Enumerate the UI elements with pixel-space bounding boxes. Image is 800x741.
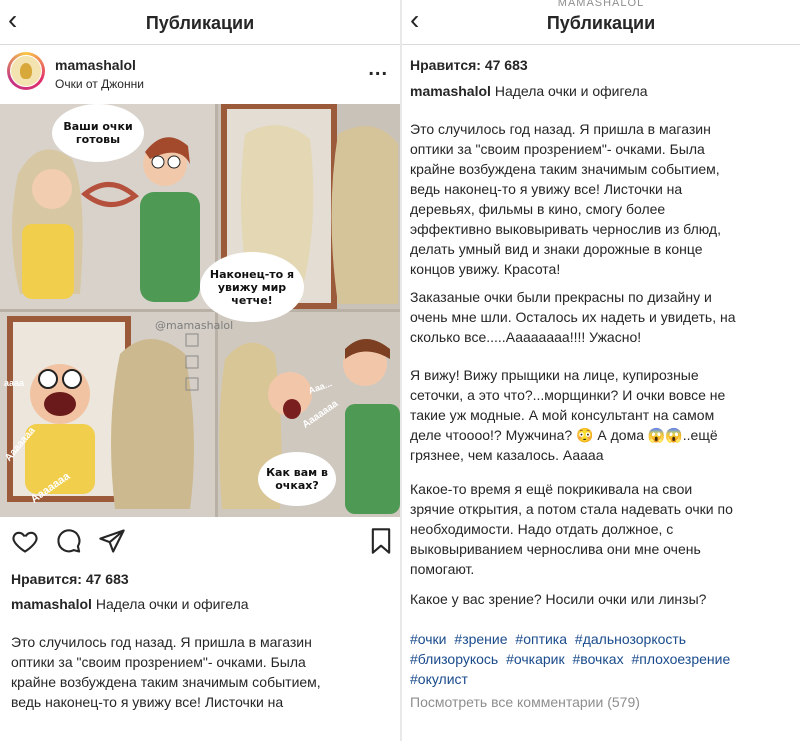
send-icon[interactable] (98, 527, 126, 555)
top-nav-bar: ‹ MAMASHALOL Публикации (402, 0, 800, 45)
post-caption: mamashalol Надела очки и офигела (11, 594, 249, 614)
paragraph-3: Я вижу! Вижу прыщики на лице, купирозные… (410, 367, 726, 463)
nav-title: Публикации (546, 13, 656, 33)
right-post-view: ‹ MAMASHALOL Публикации Нравится: 47 683… (402, 0, 800, 741)
comment-icon[interactable] (54, 527, 82, 555)
speech-bubble-see-clearer: Наконец-то я увижу мир четче! (200, 252, 304, 322)
speech-bubble-how-do-you-like: Как вам в очках? (258, 452, 336, 506)
hashtag[interactable]: #плохоезрение (631, 651, 730, 667)
caption-username[interactable]: mamashalol (11, 596, 92, 612)
paragraph-4: Какое-то время я ещё покрикивала на свои… (410, 481, 733, 577)
hashtag[interactable]: #вочках (573, 651, 624, 667)
post-action-bar (0, 527, 400, 563)
caption-username[interactable]: mamashalol (410, 83, 491, 99)
post-username[interactable]: mamashalol (55, 57, 136, 73)
left-post-view: ‹ Публикации mamashalol Очки от Джонни .… (0, 0, 400, 741)
likes-count[interactable]: Нравится: 47 683 (11, 571, 129, 587)
hashtag[interactable]: #очки (410, 631, 447, 647)
post-image[interactable]: Ваши очки готовы Наконец-то я увижу мир … (0, 104, 400, 517)
comic-sound-1: аааа (4, 378, 25, 388)
nav-subtitle: MAMASHALOL (557, 0, 645, 9)
hashtag[interactable]: #дальнозоркость (575, 631, 686, 647)
hashtag[interactable]: #очкарик (506, 651, 565, 667)
comic-illustration (0, 104, 400, 517)
paragraph-1: Это случилось год назад. Я пришла в мага… (410, 121, 721, 277)
more-options-icon[interactable]: ... (368, 58, 388, 81)
likes-count[interactable]: Нравится: 47 683 (410, 57, 528, 73)
avatar[interactable] (7, 52, 45, 90)
nav-title: Публикации (145, 13, 255, 33)
hashtag-list: #очки #зрение #оптика #дальнозоркость #б… (410, 629, 798, 689)
post-caption: mamashalol Надела очки и офигела (410, 81, 648, 101)
bookmark-icon[interactable] (369, 527, 393, 555)
paragraph-5: Какое у вас зрение? Носили очки или линз… (410, 591, 707, 607)
caption-text: Надела очки и офигела (494, 83, 648, 99)
paragraph-2: Заказаные очки были прекрасны по дизайну… (410, 289, 736, 345)
speech-bubble-glasses-ready: Ваши очки готовы (52, 104, 144, 162)
view-all-comments-link[interactable]: Посмотреть все комментарии (579) (410, 694, 640, 710)
comic-watermark: @mamashalol (155, 319, 234, 332)
hashtag[interactable]: #окулист (410, 671, 468, 687)
heart-icon[interactable] (11, 527, 39, 555)
post-body-text: Это случилось год назад. Я пришла в мага… (11, 634, 321, 710)
top-nav-bar: ‹ Публикации (0, 0, 400, 45)
hashtag[interactable]: #зрение (454, 631, 507, 647)
post-location[interactable]: Очки от Джонни (55, 77, 144, 91)
hashtag[interactable]: #близорукось (410, 651, 498, 667)
caption-text: Надела очки и офигела (95, 596, 249, 612)
hashtag[interactable]: #оптика (515, 631, 567, 647)
